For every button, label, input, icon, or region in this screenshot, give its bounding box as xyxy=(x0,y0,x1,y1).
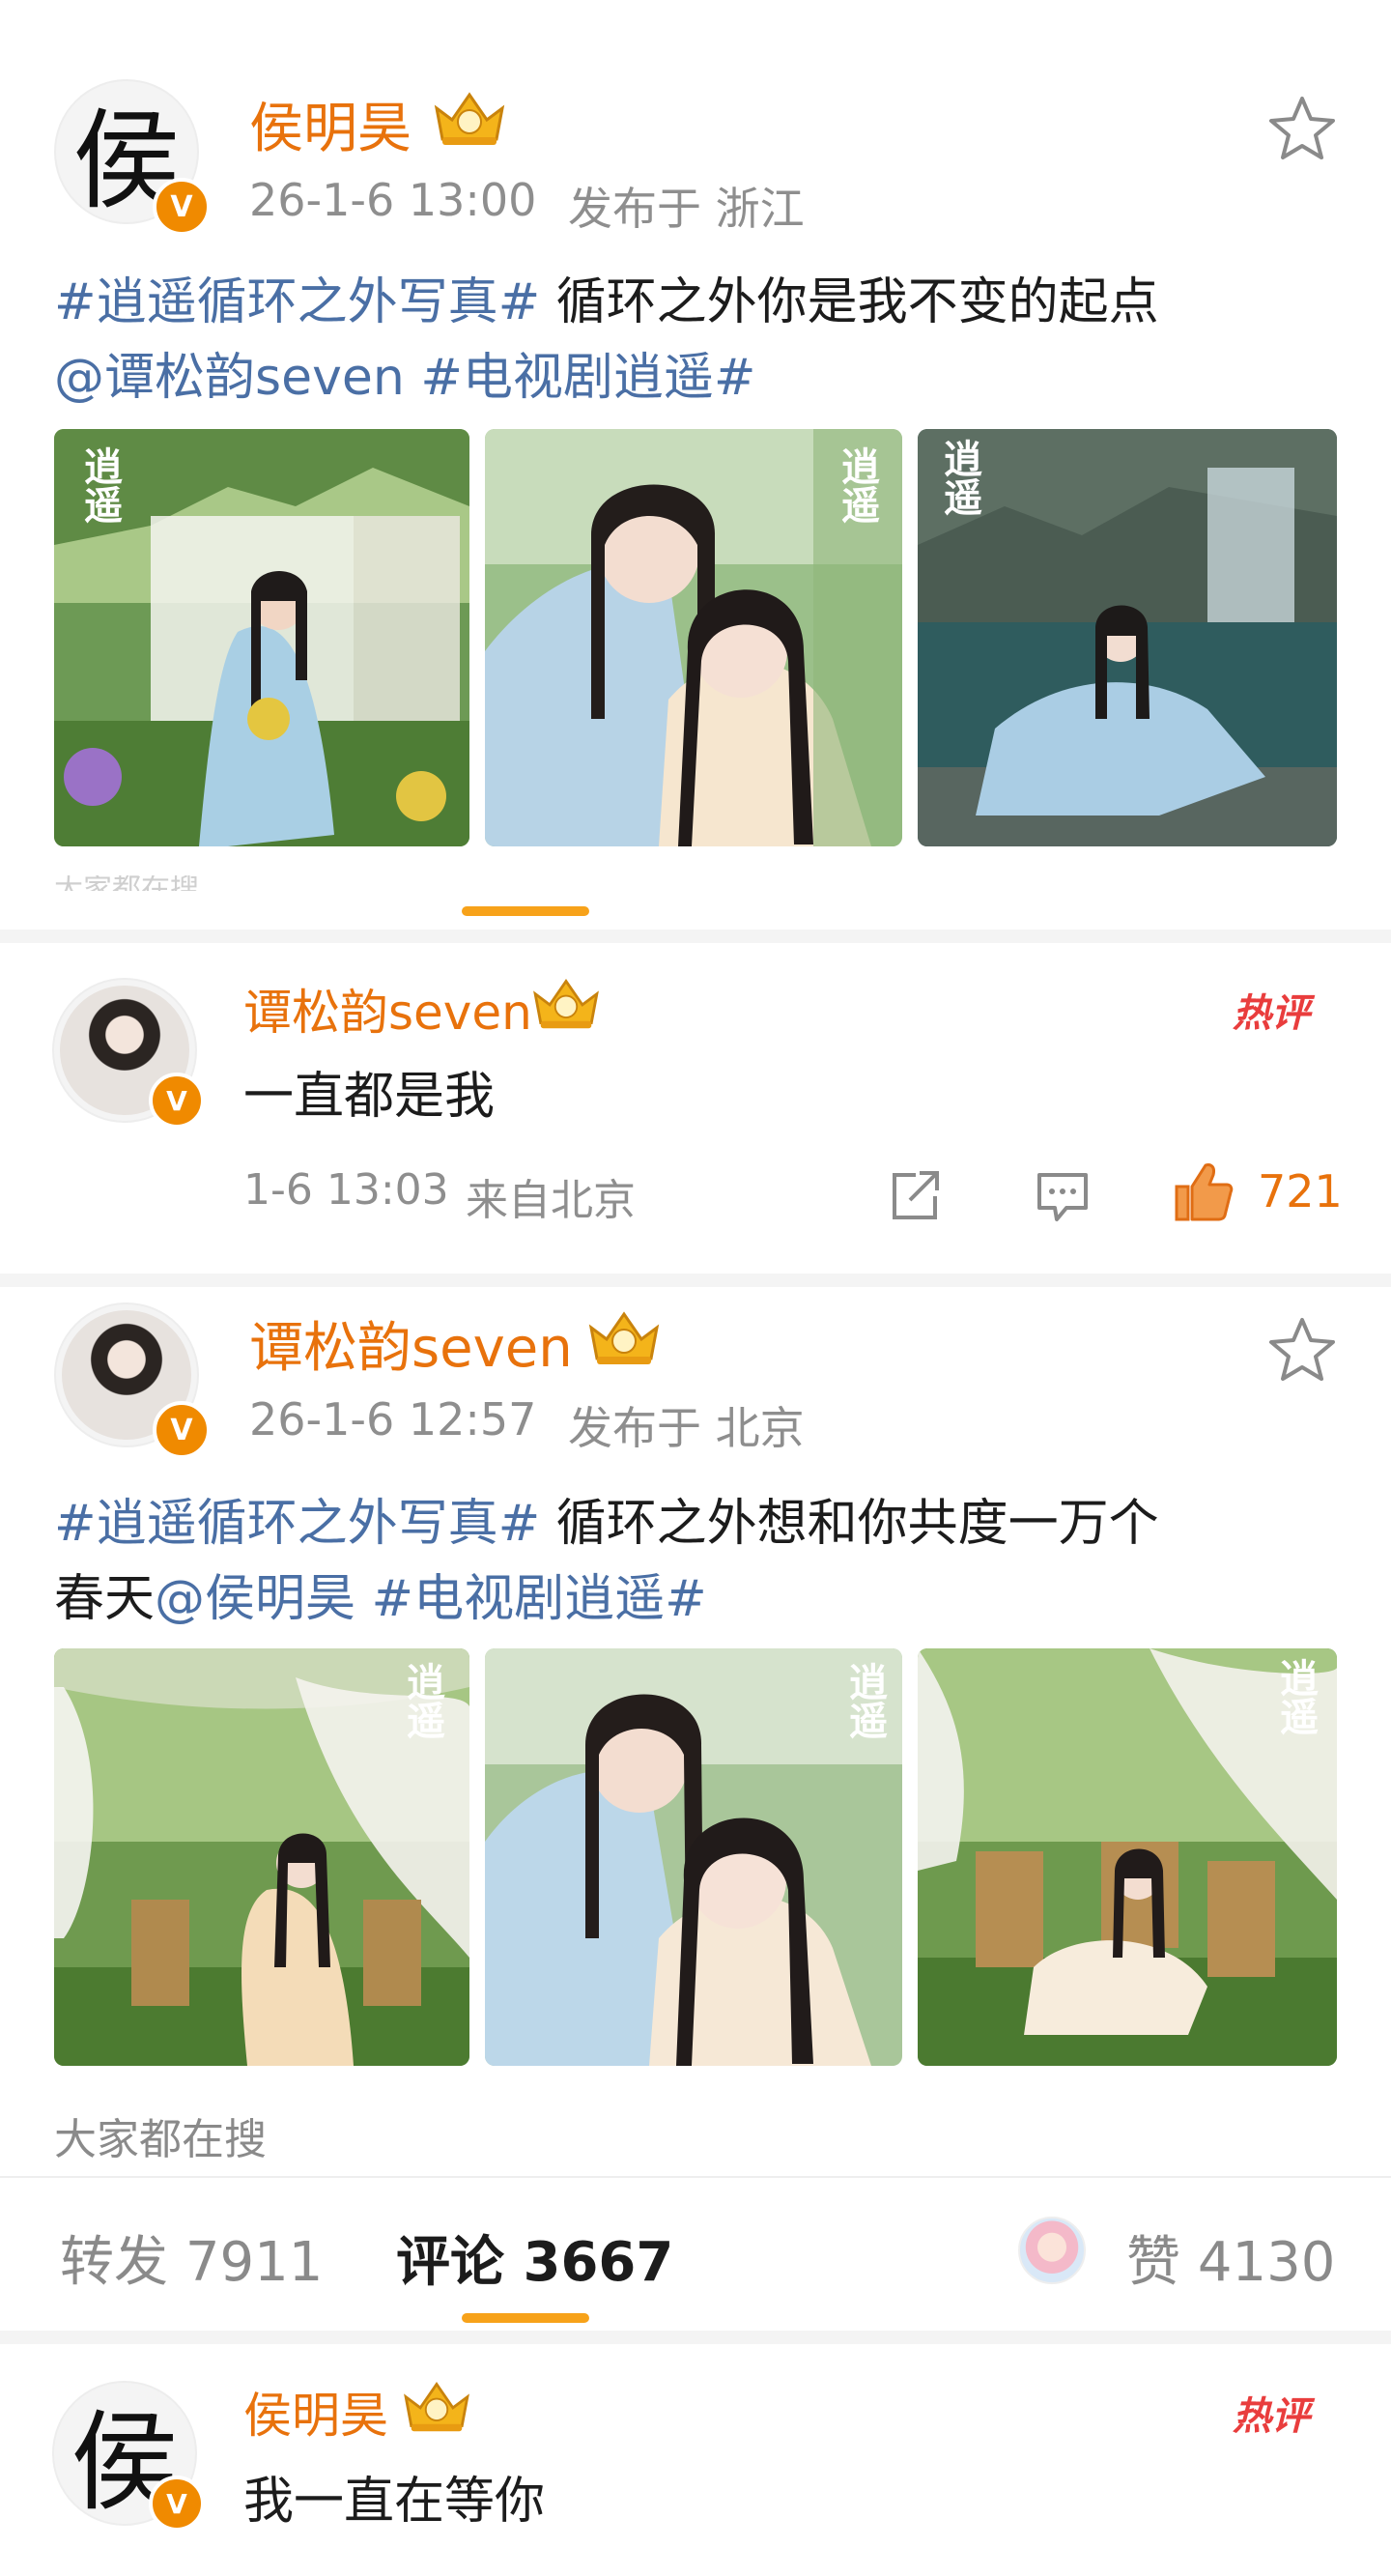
scroll-indicator xyxy=(462,906,589,916)
comment-icon[interactable] xyxy=(1034,1167,1092,1225)
avatar[interactable]: 侯 V xyxy=(54,79,211,236)
post-body: #逍遥循环之外写真# 循环之外你是我不变的起点 @谭松韵seven #电视剧逍遥… xyxy=(54,265,1348,415)
comment-time: 1-6 13:03 xyxy=(243,1165,449,1215)
comment-text: 一直都是我 xyxy=(243,1068,496,1126)
post-text: 循环之外想和你共度一万个 xyxy=(540,1495,1159,1553)
tab-comments[interactable]: 评论 3667 xyxy=(396,2218,673,2297)
tab-likes[interactable]: 赞 4130 xyxy=(1126,2218,1335,2297)
divider-line xyxy=(0,2176,1391,2178)
post-time: 26-1-6 12:57 xyxy=(249,1393,537,1445)
favorite-star-icon[interactable] xyxy=(1267,93,1337,162)
verified-badge-icon: V xyxy=(153,1401,211,1459)
topic-link[interactable]: #逍遥循环之外写真# xyxy=(54,1495,540,1553)
avatar[interactable]: 侯 V xyxy=(52,2381,205,2532)
mention-link[interactable]: @谭松韵seven xyxy=(54,349,405,407)
liker-avatar[interactable] xyxy=(1018,2217,1086,2284)
post-text: 春天 xyxy=(54,1570,156,1628)
searching-label[interactable]: 大家都在搜 xyxy=(54,2104,267,2166)
repost-label: 转发 xyxy=(60,2231,168,2294)
post-author-name[interactable]: 侯明昊 xyxy=(249,85,412,163)
verified-badge-icon: V xyxy=(149,1073,205,1129)
post-photo-3[interactable]: 逍遥 xyxy=(918,429,1337,846)
post-body: #逍遥循环之外写真# 循环之外想和你共度一万个 春天@侯明昊 #电视剧逍遥# xyxy=(54,1486,1348,1637)
post-location: 发布于 北京 xyxy=(568,1402,805,1454)
active-tab-indicator xyxy=(462,2313,589,2323)
share-icon[interactable] xyxy=(887,1169,943,1223)
like-icon[interactable] xyxy=(1173,1159,1235,1223)
photo-watermark: 逍遥 xyxy=(842,1662,888,1739)
post-photo-2[interactable]: 逍遥 xyxy=(485,429,902,846)
photo-watermark: 逍遥 xyxy=(77,446,123,524)
gold-crown-icon xyxy=(588,1311,660,1364)
gold-crown-icon xyxy=(434,92,505,145)
post-time: 26-1-6 13:00 xyxy=(249,174,537,226)
section-divider xyxy=(0,2331,1391,2344)
post-author-name[interactable]: 谭松韵seven xyxy=(249,1304,573,1383)
topic-link[interactable]: #电视剧逍遥# xyxy=(405,349,755,407)
section-divider xyxy=(0,1274,1391,1287)
post-photo-3[interactable]: 逍遥 xyxy=(918,1648,1337,2066)
section-divider xyxy=(0,930,1391,943)
mention-link[interactable]: @侯明昊 xyxy=(155,1570,355,1628)
favorite-star-icon[interactable] xyxy=(1267,1314,1337,1384)
like-total: 4130 xyxy=(1197,2231,1336,2294)
tab-reposts[interactable]: 转发 7911 xyxy=(60,2218,323,2297)
photo-watermark: 逍遥 xyxy=(835,446,880,524)
topic-link[interactable]: #逍遥循环之外写真# xyxy=(54,273,540,331)
photo-watermark: 逍遥 xyxy=(400,1662,445,1739)
comment-author-name[interactable]: 谭松韵seven xyxy=(243,974,532,1044)
post-text: 循环之外你是我不变的起点 xyxy=(540,273,1159,331)
post-location: 发布于 浙江 xyxy=(568,183,805,235)
repost-count: 7911 xyxy=(185,2231,324,2294)
comment-author-name[interactable]: 侯明昊 xyxy=(243,2377,388,2447)
photo-watermark: 逍遥 xyxy=(1273,1658,1319,1735)
topic-link[interactable]: #电视剧逍遥# xyxy=(355,1570,707,1628)
verified-badge-icon: V xyxy=(153,178,211,236)
post-photo-1[interactable]: 逍遥 xyxy=(54,429,469,846)
hot-comment-badge: 热评 xyxy=(1233,991,1310,1036)
comment-label: 评论 xyxy=(396,2231,504,2294)
like-count: 721 xyxy=(1258,1165,1343,1217)
photo-watermark: 逍遥 xyxy=(937,439,982,516)
comment-count: 3667 xyxy=(523,2231,674,2294)
post-photo-2[interactable]: 逍遥 xyxy=(485,1648,902,2066)
avatar[interactable]: V xyxy=(54,1302,211,1459)
comment-text: 我一直在等你 xyxy=(243,2473,546,2531)
gold-crown-icon xyxy=(404,2382,469,2432)
hot-comment-badge: 热评 xyxy=(1233,2394,1310,2439)
avatar[interactable]: V xyxy=(52,978,205,1129)
verified-badge-icon: V xyxy=(149,2476,205,2532)
comment-location: 来自北京 xyxy=(466,1176,636,1225)
gold-crown-icon xyxy=(533,979,599,1029)
like-label: 赞 xyxy=(1126,2231,1180,2294)
faded-search-line: 大家都在搜 xyxy=(54,875,199,891)
post-photo-1[interactable]: 逍遥 xyxy=(54,1648,469,2066)
